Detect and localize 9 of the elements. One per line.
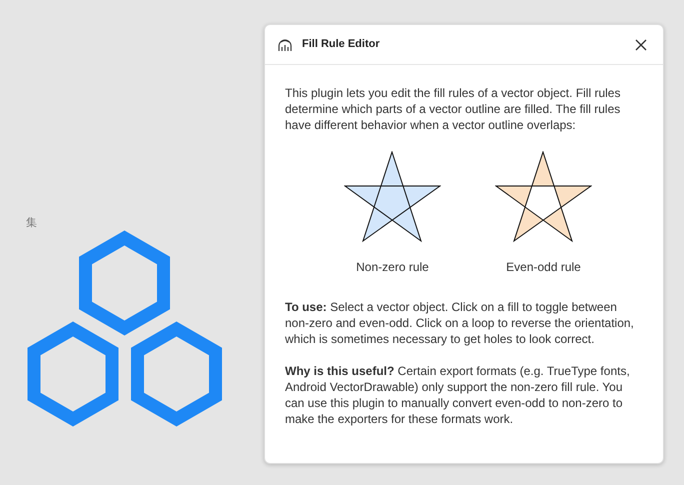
plugin-icon bbox=[277, 38, 293, 52]
dialog-title: Fill Rule Editor bbox=[302, 37, 380, 52]
intro-text: This plugin lets you edit the fill rules of a vector object. Fill rules determine which parts of a vector outline are filled. The fill rules have different behavior when a vector outline overlaps: bbox=[285, 85, 622, 133]
paragraph: To use: Select a vector object. Click on a fill to toggle between non-zero and even-odd. Click on a loop to reverse the orientation, which is sometimes necessary to get holes to look correct. bbox=[285, 299, 635, 347]
close-icon bbox=[635, 38, 647, 50]
paragraph: Why is this useful? Certain export formats (e.g. TrueType fonts, Android VectorDrawable) only support the non-zero fill rule. You can use this plugin to manually convert even-odd to non-zero to make the exporters for these formats work. bbox=[285, 363, 631, 427]
canvas-label: 集 bbox=[26, 216, 37, 231]
example-caption: Even-odd rule bbox=[506, 259, 581, 275]
example-caption: Non-zero rule bbox=[356, 259, 429, 275]
